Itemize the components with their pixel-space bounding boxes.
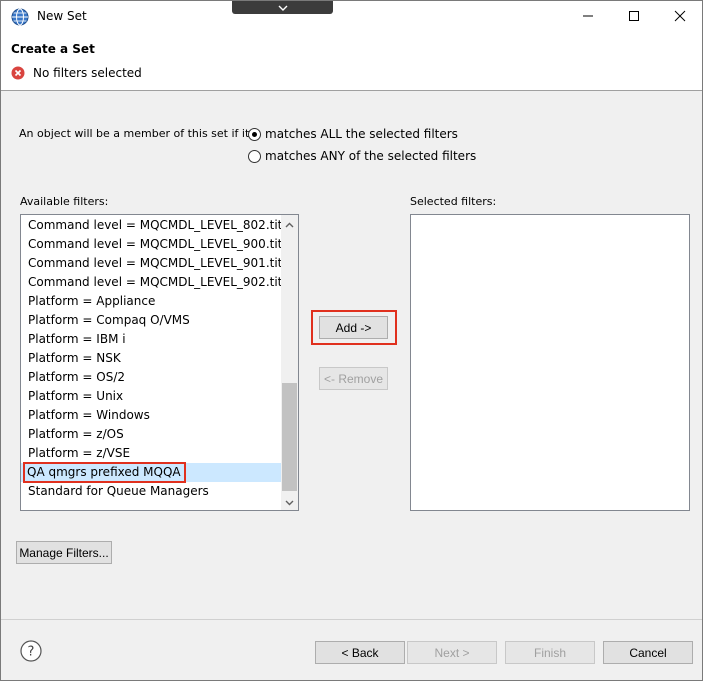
list-item-label: Command level = MQCMDL_LEVEL_802.title	[28, 218, 294, 232]
list-item[interactable]: Platform = Appliance	[21, 292, 281, 311]
svg-text:?: ?	[28, 645, 35, 660]
maximize-button[interactable]	[611, 1, 657, 33]
new-set-dialog: New Set Create a Set No filters selected…	[0, 0, 703, 681]
add-button[interactable]: Add ->	[319, 316, 388, 339]
radio-match-all[interactable]: matches ALL the selected filters	[248, 127, 458, 141]
minimize-icon	[582, 10, 594, 25]
list-item-label: Command level = MQCMDL_LEVEL_901.title	[28, 256, 294, 270]
close-icon	[674, 10, 686, 25]
list-item-label: Platform = NSK	[28, 351, 121, 365]
list-item[interactable]: Standard for Queue Managers	[21, 482, 281, 501]
selected-filters-label: Selected filters:	[410, 195, 497, 208]
list-item[interactable]: Platform = Unix	[21, 387, 281, 406]
list-item-label: Standard for Queue Managers	[28, 484, 209, 498]
scroll-thumb[interactable]	[282, 383, 297, 491]
page-title: Create a Set	[11, 42, 95, 56]
close-button[interactable]	[657, 1, 703, 33]
finish-button[interactable]: Finish	[505, 641, 595, 664]
list-item-label: QA qmgrs prefixed MQQA	[23, 462, 186, 483]
chevron-down-icon	[285, 495, 294, 509]
manage-filters-button[interactable]: Manage Filters...	[16, 541, 112, 564]
list-item-label: Platform = OS/2	[28, 370, 126, 384]
globe-icon	[11, 8, 29, 26]
cancel-button[interactable]: Cancel	[603, 641, 693, 664]
footer-separator	[1, 619, 702, 620]
next-button[interactable]: Next >	[407, 641, 497, 664]
title-bar: New Set	[1, 1, 702, 33]
radio-match-any[interactable]: matches ANY of the selected filters	[248, 149, 476, 163]
maximize-icon	[628, 10, 640, 25]
list-item[interactable]: Command level = MQCMDL_LEVEL_901.title	[21, 254, 293, 273]
selected-filters-list[interactable]	[410, 214, 690, 511]
list-item[interactable]: Platform = IBM i	[21, 330, 281, 349]
list-item[interactable]: Platform = NSK	[21, 349, 281, 368]
list-item-label: Platform = z/VSE	[28, 446, 131, 460]
radio-match-any-indicator[interactable]	[248, 149, 261, 163]
chevron-up-icon	[285, 217, 294, 231]
list-item-label: Platform = Windows	[28, 408, 150, 422]
list-item-label: Platform = IBM i	[28, 332, 126, 346]
remove-button[interactable]: <- Remove	[319, 367, 388, 390]
list-item[interactable]: Platform = z/OS	[21, 425, 281, 444]
help-icon[interactable]: ?	[20, 640, 42, 662]
wizard-header: Create a Set No filters selected	[1, 33, 702, 91]
error-message: No filters selected	[33, 66, 142, 80]
list-item-label: Platform = Appliance	[28, 294, 156, 308]
list-item[interactable]: Platform = Windows	[21, 406, 281, 425]
list-item-label: Platform = z/OS	[28, 427, 124, 441]
scroll-up-button[interactable]	[281, 215, 298, 232]
back-button[interactable]: < Back	[315, 641, 405, 664]
radio-match-all-label: matches ALL the selected filters	[265, 127, 458, 141]
list-item[interactable]: Command level = MQCMDL_LEVEL_902.title	[21, 273, 293, 292]
list-item-label: Platform = Unix	[28, 389, 124, 403]
minimize-button[interactable]	[565, 1, 611, 33]
window-title: New Set	[37, 9, 87, 23]
error-icon	[11, 66, 25, 80]
available-filters-scrollbar[interactable]	[281, 215, 298, 510]
radio-match-any-label: matches ANY of the selected filters	[265, 149, 477, 163]
list-item[interactable]: Command level = MQCMDL_LEVEL_802.title	[21, 216, 293, 235]
chevron-down-icon	[277, 1, 289, 15]
list-item[interactable]: Platform = z/VSE	[21, 444, 281, 463]
membership-label: An object will be a member of this set i…	[19, 127, 253, 140]
available-filters-list[interactable]: Command level = MQCMDL_LEVEL_802.title Co…	[20, 214, 299, 511]
list-item[interactable]: Command level = MQCMDL_LEVEL_900.title	[21, 235, 293, 254]
list-item[interactable]: Platform = Compaq O/VMS	[21, 311, 281, 330]
available-filters-label: Available filters:	[20, 195, 109, 208]
radio-match-all-indicator[interactable]	[248, 127, 261, 141]
list-item-label: Platform = Compaq O/VMS	[28, 313, 190, 327]
collapse-handle[interactable]	[232, 1, 333, 14]
list-item-label: Command level = MQCMDL_LEVEL_900.title	[28, 237, 294, 251]
list-item-label: Command level = MQCMDL_LEVEL_902.title	[28, 275, 294, 289]
list-item[interactable]: QA qmgrs prefixed MQQA	[21, 462, 281, 483]
scroll-down-button[interactable]	[281, 493, 298, 510]
available-filters-items: Command level = MQCMDL_LEVEL_802.title Co…	[21, 216, 293, 501]
list-item[interactable]: Platform = OS/2	[21, 368, 281, 387]
